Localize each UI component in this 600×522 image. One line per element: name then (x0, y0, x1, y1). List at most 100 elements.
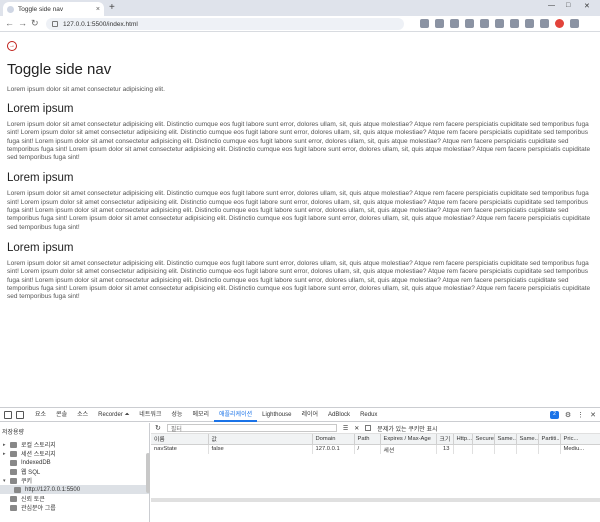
sidebar-item-local-storage[interactable]: ▸ 로컬 스토리지 (0, 440, 149, 449)
devtools-actions: 2 ⚙ ⋮ ✕ (550, 411, 596, 419)
column-header[interactable]: Pric... (560, 434, 600, 445)
settings-gear-icon[interactable]: ⚙ (565, 411, 571, 419)
filter-settings-icon[interactable]: ☰ (343, 425, 348, 432)
column-header[interactable]: 크기 (436, 434, 454, 445)
table-row[interactable]: navState false 127.0.0.1 / 세션 13 Mediu..… (151, 444, 600, 454)
expand-arrow-icon[interactable]: ▸ (3, 442, 10, 448)
page-viewport: → Toggle side nav Lorem ipsum dolor sit … (0, 33, 600, 407)
cookies-table: 이름 값 Domain Path Expires / Max-Age 크기 Ht… (151, 434, 600, 454)
collapse-arrow-icon[interactable]: ▾ (3, 478, 10, 484)
database-icon (10, 459, 17, 466)
column-header[interactable]: Expires / Max-Age (380, 434, 437, 445)
devtools-tab-elements[interactable]: 요소 (30, 408, 51, 422)
devtools-tab-adblock[interactable]: AdBlock (323, 408, 355, 422)
device-toolbar-icon[interactable] (16, 410, 24, 419)
arrow-right-icon: → (9, 43, 15, 49)
new-tab-button[interactable]: + (109, 2, 115, 13)
devtools-tab-layers[interactable]: 레이어 (296, 408, 323, 422)
cookie-samesite (494, 444, 517, 454)
column-header[interactable]: Http... (453, 434, 473, 445)
column-header[interactable]: Same... (494, 434, 517, 445)
expand-arrow-icon[interactable]: ▸ (3, 451, 10, 457)
table-horizontal-scrollbar[interactable] (151, 498, 600, 502)
storage-grid-icon (10, 450, 17, 457)
sidebar-item-web-sql[interactable]: 웹 SQL (0, 467, 149, 476)
browser-toolbar: ← → ↻ 127.0.0.1:5500/index.html (0, 16, 600, 32)
devtools-tab-memory[interactable]: 메모리 (187, 408, 214, 422)
close-devtools-icon[interactable]: ✕ (590, 411, 596, 419)
cookie-domain: 127.0.0.1 (312, 444, 355, 454)
devtools-tab-lighthouse[interactable]: Lighthouse (257, 408, 296, 422)
devtools-tab-console[interactable]: 콘솔 (51, 408, 72, 422)
column-header[interactable]: Domain (312, 434, 355, 445)
section-paragraph: Lorem ipsum dolor sit amet consectetur a… (7, 190, 591, 231)
devtools-tab-network[interactable]: 네트워크 (134, 408, 166, 422)
cookies-pane: ↻ 필터 ☰ ✕ 문제가 있는 쿠키만 표시 이름 값 Domain Path … (151, 423, 600, 522)
cookie-icon (14, 486, 21, 493)
page-subtitle: Lorem ipsum dolor sit amet consectetur a… (7, 86, 165, 93)
sidebar-item-interest-groups[interactable]: 관심분야 그룹 (0, 503, 149, 512)
section-paragraph: Lorem ipsum dolor sit amet consectetur a… (7, 121, 591, 162)
reload-icon[interactable]: ↻ (31, 18, 39, 29)
more-options-icon[interactable]: ⋮ (577, 411, 584, 419)
minimize-button[interactable]: — (548, 2, 555, 9)
sidebar-item-indexeddb[interactable]: IndexedDB (0, 458, 149, 467)
sidebar-item-trust-tokens[interactable]: 신뢰 토큰 (0, 494, 149, 503)
sidebar-item-label: http://127.0.0.1:5500 (25, 486, 81, 493)
sidebar-item-session-storage[interactable]: ▸ 세션 스토리지 (0, 449, 149, 458)
cookie-expires: 세션 (380, 444, 437, 454)
bookmark-star-icon[interactable] (450, 19, 459, 28)
cookies-filterbar: ↻ 필터 ☰ ✕ 문제가 있는 쿠키만 표시 (151, 423, 600, 434)
menu-kebab-icon[interactable] (570, 19, 579, 28)
share-icon[interactable] (435, 19, 444, 28)
extension-icon[interactable] (465, 19, 474, 28)
extension-icon[interactable] (510, 19, 519, 28)
cookie-secure (472, 444, 495, 454)
sidepanel-icon[interactable] (540, 19, 549, 28)
page-title: Toggle side nav (7, 61, 112, 78)
translate-icon[interactable] (420, 19, 429, 28)
issues-badge[interactable]: 2 (550, 411, 559, 419)
column-header[interactable]: 이름 (151, 434, 209, 445)
only-issues-checkbox[interactable] (365, 425, 372, 431)
database-icon (10, 468, 17, 475)
database-icon (10, 495, 17, 502)
refresh-icon[interactable]: ↻ (155, 424, 161, 432)
devtools-tab-recorder[interactable]: Recorder ⏶ (93, 408, 134, 422)
column-header[interactable]: Partiti... (538, 434, 561, 445)
section-paragraph: Lorem ipsum dolor sit amet consectetur a… (7, 259, 591, 301)
forward-icon[interactable]: → (18, 18, 27, 28)
browser-tab[interactable]: Toggle side nav × (3, 2, 104, 16)
cookie-name: navState (151, 444, 209, 454)
clear-all-icon[interactable]: ✕ (354, 425, 359, 432)
site-info-icon[interactable] (52, 21, 58, 27)
extensions-puzzle-icon[interactable] (525, 19, 534, 28)
extension-icon[interactable] (480, 19, 489, 28)
address-bar[interactable]: 127.0.0.1:5500/index.html (46, 18, 404, 30)
sidebar-item-cookie-origin[interactable]: http://127.0.0.1:5500 (0, 485, 149, 494)
sidebar-item-cookies[interactable]: ▾ 쿠키 (0, 476, 149, 485)
toggle-nav-button[interactable]: → (7, 41, 17, 51)
sidebar-item-label: 웹 SQL (21, 470, 41, 476)
inspect-element-icon[interactable] (4, 410, 12, 419)
column-header[interactable]: Path (354, 434, 381, 445)
maximize-button[interactable]: □ (566, 2, 570, 9)
column-header[interactable]: 값 (208, 434, 313, 445)
back-icon[interactable]: ← (5, 18, 14, 28)
devtools-tab-sources[interactable]: 소스 (72, 408, 93, 422)
window-close-button[interactable]: ✕ (584, 2, 590, 10)
column-header[interactable]: Same... (516, 434, 539, 445)
devtools-tab-application[interactable]: 애플리케이션 (214, 408, 258, 422)
cookie-icon (10, 477, 17, 484)
tab-close-icon[interactable]: × (96, 6, 100, 13)
table-header-row: 이름 값 Domain Path Expires / Max-Age 크기 Ht… (151, 434, 600, 445)
cookie-filter-input[interactable]: 필터 (166, 424, 337, 433)
cookie-size: 13 (436, 444, 454, 454)
profile-avatar-icon[interactable] (555, 19, 564, 28)
devtools-tab-redux[interactable]: Redux (355, 408, 382, 422)
sidebar-scrollbar[interactable] (146, 453, 150, 493)
storage-section-header: 저장용량 (2, 430, 25, 436)
devtools-tab-performance[interactable]: 성능 (166, 408, 187, 422)
extension-icon[interactable] (495, 19, 504, 28)
column-header[interactable]: Secure (472, 434, 495, 445)
